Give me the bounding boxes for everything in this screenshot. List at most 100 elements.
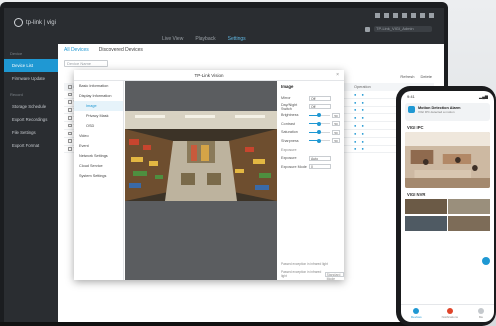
sharpness-slider[interactable] xyxy=(308,138,331,143)
refresh-button[interactable]: Refresh xyxy=(400,74,414,79)
tab-all-devices[interactable]: All Devices xyxy=(64,47,89,53)
row-checkbox[interactable] xyxy=(68,116,72,120)
brightness-value[interactable]: 50 xyxy=(332,112,340,118)
brightness-slider[interactable] xyxy=(308,113,331,118)
nav-tabs: Live View Playback Settings xyxy=(162,36,246,42)
phone-screen: 9:41 ▂▄▆ Motion Detection Alarm VIGI IPC… xyxy=(401,91,494,322)
sidebar-item-export-recordings[interactable]: Export Recordings xyxy=(4,113,58,126)
minimize-icon[interactable] xyxy=(411,13,416,18)
mirror-select[interactable]: Off xyxy=(309,95,331,101)
dialog-nav-cloud-service[interactable]: Cloud Service xyxy=(74,161,123,171)
tab-playback[interactable]: Playback xyxy=(195,36,215,42)
sidebar-item-export-format[interactable]: Export Format xyxy=(4,139,58,152)
search-input[interactable]: Device Name xyxy=(64,60,108,67)
row-checkbox[interactable] xyxy=(68,123,72,128)
sharpness-value[interactable]: 50 xyxy=(332,138,340,144)
sidebar-item-storage-schedule[interactable]: Storage Schedule xyxy=(4,100,58,113)
exposure-mode-label: Exposure Mode xyxy=(281,164,307,169)
dialog-nav-basic-information[interactable]: Basic Information xyxy=(74,81,123,91)
signal-icon: ▂▄▆ xyxy=(479,94,488,99)
exposure-section-title: Exposure xyxy=(281,148,297,152)
row-checkbox[interactable] xyxy=(68,92,72,97)
push-notification[interactable]: Motion Detection Alarm VIGI IPC detected… xyxy=(405,103,490,121)
row-checkbox[interactable] xyxy=(68,139,72,143)
phone-tab-devices[interactable]: Devices xyxy=(411,308,422,319)
close-icon[interactable] xyxy=(429,13,434,18)
exposure-mode-select[interactable]: 0 xyxy=(309,164,331,170)
row-checkbox[interactable] xyxy=(68,147,72,151)
settings-icon[interactable] xyxy=(393,13,398,18)
brightness-label: Brightness xyxy=(281,113,299,118)
grid-icon[interactable] xyxy=(375,13,380,18)
select-all-checkbox[interactable] xyxy=(68,85,72,89)
section-vigi-ipc[interactable]: VIGI IPC xyxy=(401,121,494,132)
dialog-nav-video[interactable]: Video xyxy=(74,131,123,141)
sharpness-label: Sharpness xyxy=(281,138,299,143)
footer-label: Passed exception in infrared light xyxy=(281,270,322,278)
tab-live-view[interactable]: Live View xyxy=(162,36,183,42)
camera-preview xyxy=(125,81,277,280)
menu-icon[interactable] xyxy=(402,13,407,18)
camera-tile[interactable] xyxy=(448,199,490,214)
home-icon[interactable] xyxy=(365,26,370,32)
settings-title: Image xyxy=(281,84,294,89)
camera-tile[interactable] xyxy=(405,199,447,214)
delete-button[interactable]: Delete xyxy=(420,74,432,79)
day-night-label: Day/Night Switch xyxy=(281,102,298,111)
footer-mode-select[interactable]: Standard Mode xyxy=(324,271,344,281)
contrast-value[interactable]: 50 xyxy=(332,121,340,127)
slider-handle[interactable] xyxy=(317,138,322,143)
contrast-slider[interactable] xyxy=(308,121,331,126)
row-checkbox[interactable] xyxy=(68,100,72,104)
exposure-row: Exposure Auto xyxy=(281,154,340,163)
sidebar-item-file-settings[interactable]: File Settings xyxy=(4,126,58,139)
logo-icon xyxy=(14,18,23,27)
dialog-nav-osd[interactable]: OSD xyxy=(74,121,123,131)
dialog-title-bar: TP-Link Vision × xyxy=(74,70,344,81)
exposure-mode-row: Exposure Mode 0 xyxy=(281,163,340,172)
section-vigi-nvr[interactable]: VIGI NVR xyxy=(401,188,494,199)
store-camera-image xyxy=(125,111,277,201)
dialog-nav: Basic Information Display Information Im… xyxy=(74,81,124,280)
slider-handle[interactable] xyxy=(317,121,322,126)
camera-tile[interactable] xyxy=(448,215,490,231)
phone: 9:41 ▂▄▆ Motion Detection Alarm VIGI IPC… xyxy=(396,86,496,326)
phone-tab-bar: Devices Notifications Me xyxy=(401,304,494,322)
row-checkbox[interactable] xyxy=(68,108,72,112)
tab-discovered-devices[interactable]: Discovered Devices xyxy=(99,47,143,53)
day-night-select[interactable]: Off xyxy=(309,104,331,110)
user-menu[interactable]: TP-Link_VIGI_Admin xyxy=(374,26,432,32)
sidebar: Device Device List Firmware Update Recor… xyxy=(4,44,58,326)
phone-tab-notifications[interactable]: Notifications xyxy=(442,308,458,319)
table-actions: Refresh Delete xyxy=(400,74,432,79)
user-bar: TP-Link_VIGI_Admin xyxy=(365,26,432,32)
slider-handle[interactable] xyxy=(317,130,322,135)
phone-tab-me[interactable]: Me xyxy=(477,308,484,319)
exposure-select[interactable]: Auto xyxy=(309,155,331,161)
dialog-nav-privacy-mask[interactable]: Privacy Mask xyxy=(74,111,123,121)
dialog-nav-system-settings[interactable]: System Settings xyxy=(74,171,123,181)
sidebar-item-device-list[interactable]: Device List xyxy=(4,59,58,72)
add-device-button[interactable] xyxy=(482,257,490,265)
dialog-nav-event[interactable]: Event xyxy=(74,141,123,151)
saturation-row: Saturation 50 xyxy=(281,128,340,137)
device-tabs: All Devices Discovered Devices xyxy=(64,47,143,53)
dialog-nav-network-settings[interactable]: Network Settings xyxy=(74,151,123,161)
dialog-close-icon[interactable]: × xyxy=(336,70,339,81)
tab-settings[interactable]: Settings xyxy=(228,36,246,42)
dialog-nav-image[interactable]: Image xyxy=(74,101,123,111)
top-bar: tp-link | vigi Live View Playback Settin… xyxy=(4,8,444,44)
sidebar-item-firmware-update[interactable]: Firmware Update xyxy=(4,72,58,85)
maximize-icon[interactable] xyxy=(420,13,425,18)
list-icon[interactable] xyxy=(384,13,389,18)
dialog-title: TP-Link Vision xyxy=(194,73,224,78)
office-camera-image xyxy=(405,132,490,188)
row-checkbox[interactable] xyxy=(68,131,72,136)
dialog-nav-display-information[interactable]: Display Information xyxy=(74,91,123,101)
camera-tile[interactable] xyxy=(405,215,447,231)
slider-handle[interactable] xyxy=(317,113,322,118)
camera-thumbnail[interactable] xyxy=(405,132,490,188)
logo-text: tp-link | vigi xyxy=(26,19,56,26)
saturation-value[interactable]: 50 xyxy=(332,129,340,135)
saturation-slider[interactable] xyxy=(308,130,331,135)
